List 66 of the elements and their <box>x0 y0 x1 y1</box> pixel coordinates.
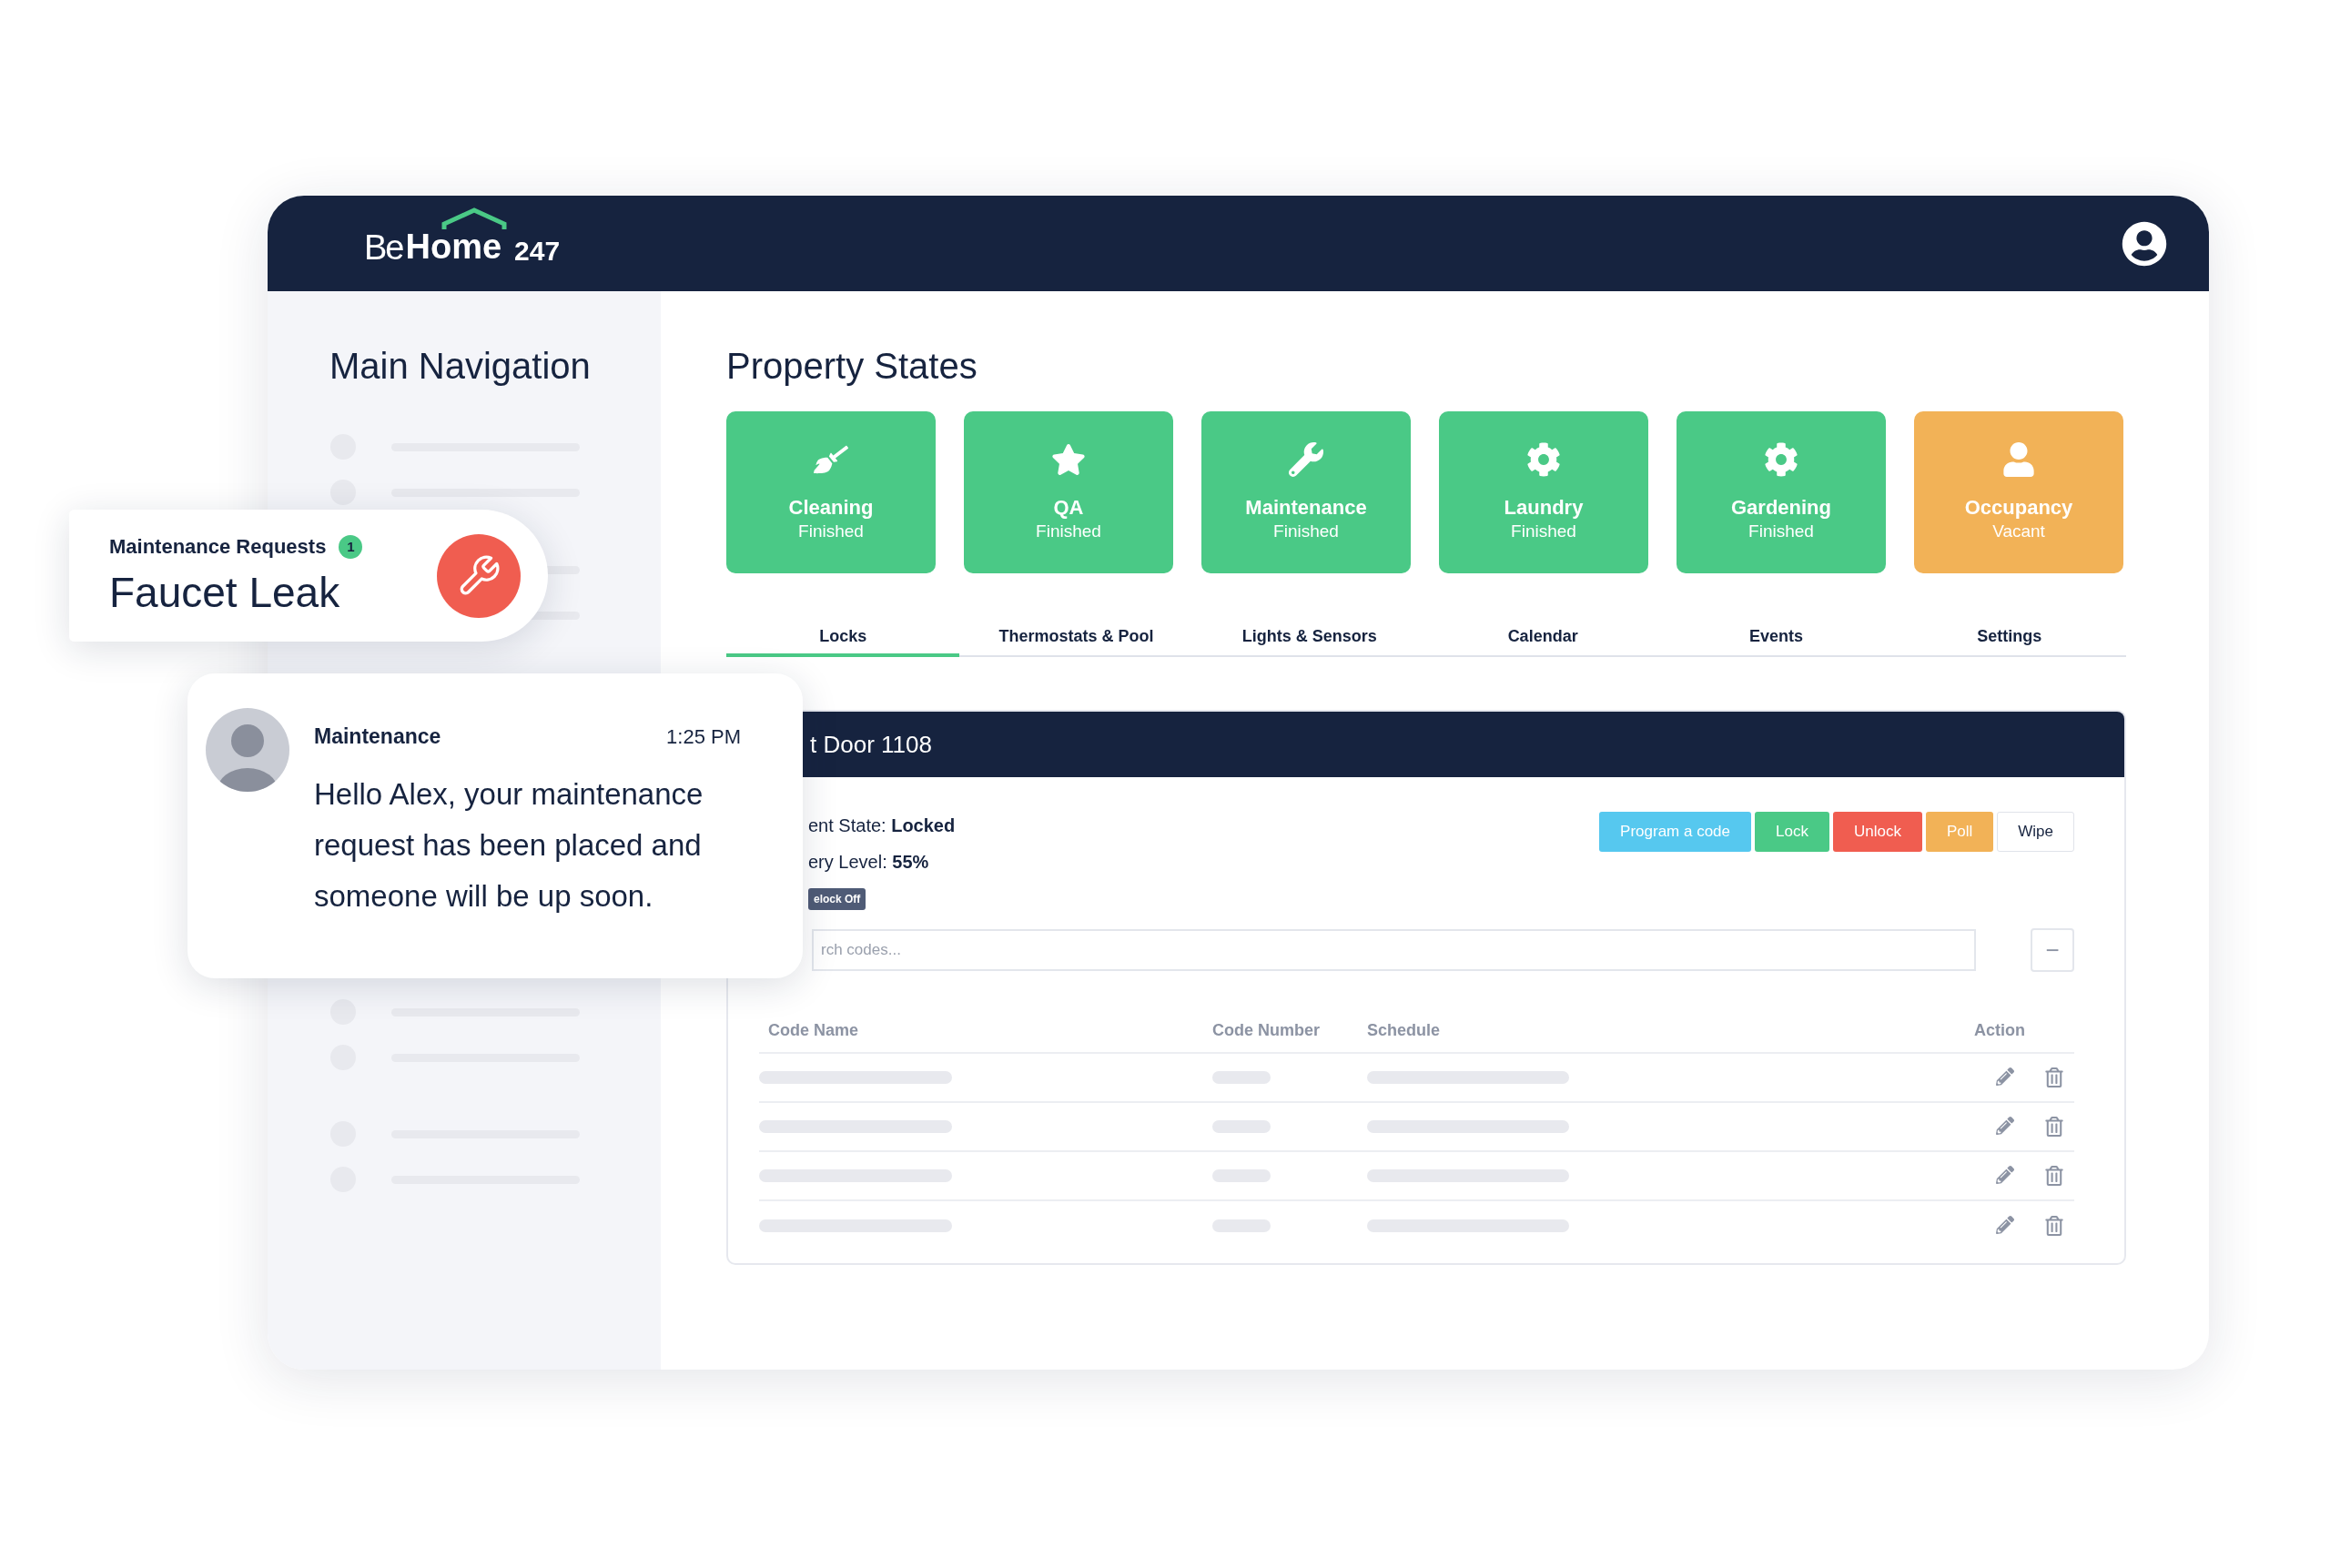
action-button[interactable]: Unlock <box>1832 812 1922 852</box>
tile-status: Finished <box>1511 520 1576 542</box>
column-header: Action <box>1974 1019 2026 1041</box>
delete-icon[interactable] <box>2045 1067 2063 1087</box>
tab[interactable]: Locks <box>726 619 960 657</box>
request-card-title: Maintenance Requests <box>109 534 327 561</box>
tile-label: Cleaning <box>788 495 874 521</box>
tab[interactable]: Events <box>1659 619 1893 657</box>
account-icon[interactable] <box>2122 220 2167 267</box>
tile-status: Finished <box>1748 520 1814 542</box>
status-tile[interactable]: Cleaning Finished <box>726 411 936 573</box>
collapse-button[interactable]: − <box>2031 928 2074 972</box>
column-header: Code Number <box>1212 1019 1321 1041</box>
request-card[interactable]: Maintenance Requests 1 Faucet Leak <box>69 510 548 642</box>
star-icon <box>1051 442 1086 478</box>
tab[interactable]: Calendar <box>1426 619 1660 657</box>
sender-name: Maintenance <box>314 723 441 750</box>
action-button[interactable]: Program a code <box>1599 812 1751 852</box>
tile-label: Laundry <box>1504 495 1584 521</box>
tile-status: Finished <box>798 520 864 542</box>
wrench-icon <box>1289 442 1323 478</box>
edit-icon[interactable] <box>1996 1216 2014 1234</box>
delete-icon[interactable] <box>2045 1216 2063 1236</box>
house-roof-icon <box>441 207 508 229</box>
logo-number: 247 <box>514 238 561 265</box>
request-subject: Faucet Leak <box>109 568 341 619</box>
status-tile[interactable]: Laundry Finished <box>1439 411 1648 573</box>
status-tile[interactable]: Gardening Finished <box>1677 411 1886 573</box>
gear-icon <box>1526 442 1561 478</box>
section-title: Property States <box>726 345 978 388</box>
relock-badge: elock Off <box>808 888 866 910</box>
tile-label: Occupancy <box>1964 495 2073 521</box>
tile-status: Finished <box>1036 520 1101 542</box>
delete-icon[interactable] <box>2045 1166 2063 1186</box>
action-button[interactable]: Wipe <box>1997 812 2074 852</box>
lock-state-text: ent State: Locked <box>808 814 956 837</box>
tile-status: Finished <box>1273 520 1339 542</box>
tile-label: QA <box>1053 495 1084 521</box>
delete-icon[interactable] <box>2045 1117 2063 1137</box>
message-time: 1:25 PM <box>666 723 741 750</box>
tab[interactable]: Settings <box>1892 619 2126 657</box>
message-text: Hello Alex, your maintenance request has been placed and someone will be up soon. <box>314 775 704 915</box>
person-icon <box>2001 442 2036 478</box>
edit-icon[interactable] <box>1996 1067 2014 1086</box>
battery-level-text: ery Level: 55% <box>808 851 930 874</box>
tab[interactable]: Lights & Sensors <box>1192 619 1426 657</box>
edit-icon[interactable] <box>1996 1166 2014 1184</box>
action-button[interactable]: Lock <box>1755 812 1829 852</box>
column-header: Schedule <box>1367 1019 1442 1041</box>
action-button[interactable]: Poll <box>1925 812 1994 852</box>
gear-icon <box>1764 442 1798 478</box>
status-tile[interactable]: Occupancy Vacant <box>1914 411 2123 573</box>
edit-icon[interactable] <box>1996 1117 2014 1135</box>
tab[interactable]: Thermostats & Pool <box>959 619 1193 657</box>
search-codes-field[interactable]: rch codes... <box>812 929 1976 971</box>
logo-text: Be <box>364 230 403 265</box>
count-badge: 1 <box>339 534 363 559</box>
sidebar-title: Main Navigation <box>329 345 592 388</box>
tile-status: Vacant <box>1992 520 2045 542</box>
logo-text: Home <box>405 228 502 266</box>
status-tile[interactable]: Maintenance Finished <box>1201 411 1411 573</box>
status-tile[interactable]: QA Finished <box>964 411 1173 573</box>
tile-label: Maintenance <box>1245 495 1367 521</box>
panel-title: t Door 1108 <box>810 729 932 760</box>
column-header: Code Name <box>767 1019 860 1041</box>
tile-label: Gardening <box>1731 495 1831 521</box>
